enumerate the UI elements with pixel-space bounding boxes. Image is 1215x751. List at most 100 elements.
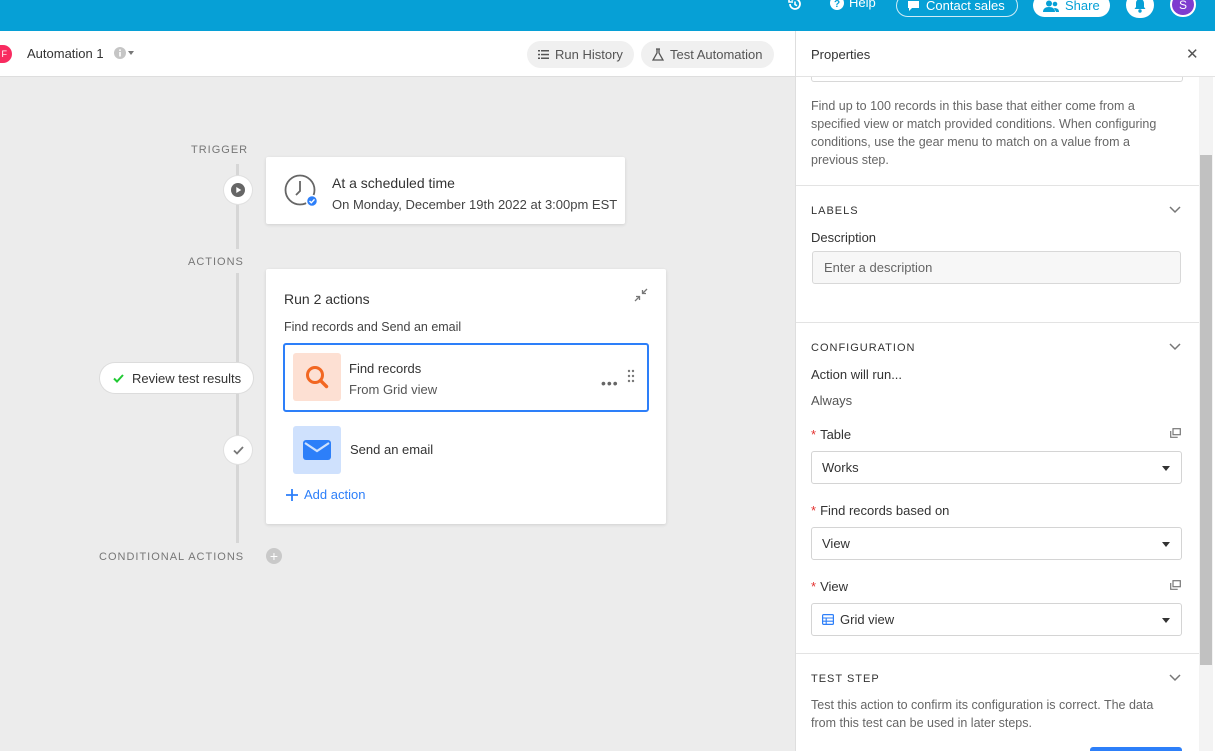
check-icon xyxy=(232,445,244,455)
users-icon xyxy=(1043,0,1059,12)
send-email-icon-box xyxy=(293,426,341,474)
table-select-value: Works xyxy=(822,460,859,475)
automation-menu-caret[interactable] xyxy=(128,51,134,55)
step-find-records[interactable]: Find records From Grid view ••• xyxy=(283,343,649,412)
collapse-icon[interactable] xyxy=(634,288,648,302)
bell-icon xyxy=(1134,0,1146,13)
add-conditional-button[interactable]: + xyxy=(266,548,282,564)
action-will-run-label: Action will run... xyxy=(811,367,903,382)
configuration-section-header[interactable]: CONFIGURATION xyxy=(811,342,915,354)
chat-icon xyxy=(908,0,919,11)
action-will-run-value: Always xyxy=(811,393,853,408)
find-based-field-label: * Find records based on xyxy=(811,503,949,518)
step-name: Send an email xyxy=(350,442,434,457)
list-icon xyxy=(538,50,549,59)
automation-canvas: TRIGGER ACTIONS CONDITIONAL ACTIONS At a… xyxy=(0,77,795,751)
close-icon[interactable]: ✕ xyxy=(1186,45,1199,63)
actions-title: Run 2 actions xyxy=(284,291,370,307)
plus-icon xyxy=(286,488,298,501)
info-icon[interactable] xyxy=(114,47,126,59)
required-asterisk: * xyxy=(811,503,817,518)
test-action-button[interactable] xyxy=(1090,747,1182,751)
properties-panel: Find up to 100 records in this base that… xyxy=(795,31,1215,751)
trigger-node xyxy=(224,176,252,204)
divider xyxy=(796,185,1199,186)
help-icon: ? xyxy=(830,0,844,10)
add-action-button[interactable]: Add action xyxy=(286,487,365,502)
share-label: Share xyxy=(1065,0,1100,13)
divider xyxy=(796,322,1199,323)
trigger-section-label: TRIGGER xyxy=(191,144,249,156)
grid-view-icon xyxy=(822,614,834,625)
add-action-label: Add action xyxy=(304,487,366,502)
actions-section-label: ACTIONS xyxy=(188,256,244,268)
help-label: Help xyxy=(849,0,876,10)
mail-icon xyxy=(303,440,331,460)
action-description: Find up to 100 records in this base that… xyxy=(811,99,1157,167)
step-subtitle: From Grid view xyxy=(349,382,438,397)
more-icon[interactable]: ••• xyxy=(601,375,619,391)
view-label-text: View xyxy=(820,579,849,594)
play-icon xyxy=(231,183,245,197)
find-based-label-text: Find records based on xyxy=(820,503,950,518)
help-link[interactable]: ? Help xyxy=(830,0,876,10)
conditional-section-label: CONDITIONAL ACTIONS xyxy=(99,551,245,563)
trigger-card[interactable]: At a scheduled time On Monday, December … xyxy=(266,157,625,224)
labels-section-header[interactable]: LABELS xyxy=(811,205,859,217)
flow-line xyxy=(236,273,239,543)
test-automation-button[interactable]: Test Automation xyxy=(641,41,774,68)
actions-subtitle: Find records and Send an email xyxy=(284,320,462,334)
clock-icon xyxy=(284,174,318,208)
run-history-label: Run History xyxy=(555,47,623,62)
divider xyxy=(796,653,1199,654)
automation-header: F Automation 1 Run History Test Automati… xyxy=(0,31,795,77)
contact-sales-label: Contact sales xyxy=(926,0,1005,13)
caret-down-icon xyxy=(1162,466,1170,471)
flask-icon xyxy=(652,48,664,61)
find-records-icon-box xyxy=(293,353,341,401)
caret-down-icon xyxy=(1162,618,1170,623)
chevron-down-icon[interactable] xyxy=(1169,343,1181,351)
caret-down-icon xyxy=(1162,542,1170,547)
contact-sales-button[interactable]: Contact sales xyxy=(896,0,1018,17)
chevron-down-icon[interactable] xyxy=(1169,674,1181,682)
expand-field-icon[interactable] xyxy=(1170,428,1181,438)
base-badge[interactable]: F xyxy=(0,45,12,63)
review-label: Review test results xyxy=(132,370,242,386)
svg-text:?: ? xyxy=(834,0,840,10)
share-button[interactable]: Share xyxy=(1033,0,1110,17)
table-label-text: Table xyxy=(820,427,852,442)
user-avatar[interactable]: S xyxy=(1170,0,1196,17)
required-asterisk: * xyxy=(811,427,817,442)
view-select-value: Grid view xyxy=(840,612,895,627)
drag-handle-icon[interactable] xyxy=(627,369,635,383)
step-name: Find records xyxy=(349,361,422,376)
panel-scrollbar-thumb[interactable] xyxy=(1200,155,1212,665)
view-select[interactable]: Grid view xyxy=(811,603,1182,636)
history-icon[interactable] xyxy=(787,0,803,11)
table-select[interactable]: Works xyxy=(811,451,1182,484)
trigger-title: At a scheduled time xyxy=(332,175,455,191)
test-step-description: Test this action to confirm its configur… xyxy=(811,698,1154,730)
panel-title: Properties xyxy=(811,47,871,62)
top-bar: ? Help Contact sales Share S xyxy=(0,0,1215,31)
find-based-select[interactable]: View xyxy=(811,527,1182,560)
test-step-section-header[interactable]: TEST STEP xyxy=(811,673,880,685)
test-automation-label: Test Automation xyxy=(670,47,763,62)
review-test-results-button[interactable]: Review test results xyxy=(100,363,254,393)
chevron-down-icon[interactable] xyxy=(1169,206,1181,214)
table-field-label: * Table xyxy=(811,427,851,442)
check-icon xyxy=(113,373,124,383)
step-send-email[interactable]: Send an email xyxy=(293,426,653,476)
expand-field-icon[interactable] xyxy=(1170,580,1181,590)
run-history-button[interactable]: Run History xyxy=(527,41,634,68)
email-step-node xyxy=(224,436,252,464)
search-icon xyxy=(306,366,329,389)
actions-card: Run 2 actions Find records and Send an e… xyxy=(266,269,666,524)
notifications-button[interactable] xyxy=(1126,0,1154,18)
view-field-label: * View xyxy=(811,579,848,594)
find-based-select-value: View xyxy=(822,536,850,551)
panel-header: Properties ✕ xyxy=(796,31,1215,77)
automation-name[interactable]: Automation 1 xyxy=(27,46,104,61)
description-input[interactable]: Enter a description xyxy=(812,251,1181,284)
